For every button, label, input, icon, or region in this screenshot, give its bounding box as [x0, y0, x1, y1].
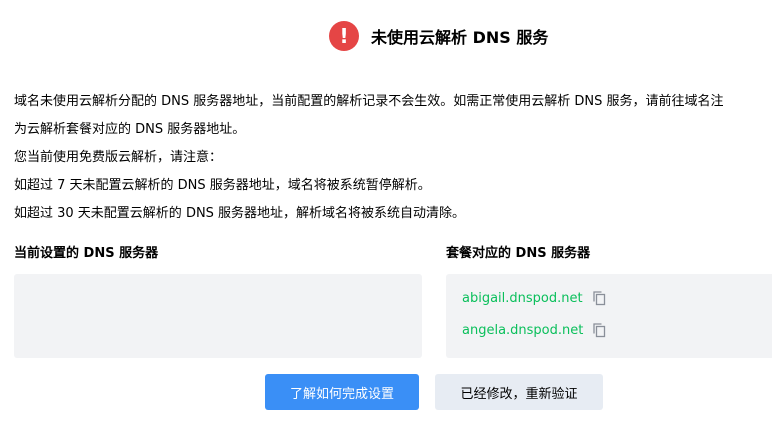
dns-server-item: angela.dnspod.net: [462, 320, 607, 340]
description-line: 如超过 7 天未配置云解析的 DNS 服务器地址，域名将被系统暂停解析。: [14, 178, 431, 193]
dialog-title: 未使用云解析 DNS 服务: [371, 28, 549, 47]
current-dns-heading: 当前设置的 DNS 服务器: [14, 246, 159, 261]
description: 域名未使用云解析分配的 DNS 服务器地址，当前配置的解析记录不会生效。如需正常…: [14, 88, 772, 228]
copy-icon[interactable]: [591, 290, 607, 306]
description-line: 如超过 30 天未配置云解析的 DNS 服务器地址，解析域名将被系统自动清除。: [14, 206, 466, 221]
dns-server-item: abigail.dnspod.net: [462, 288, 607, 308]
alert-exclamation-icon: !: [329, 21, 359, 51]
package-dns-list: abigail.dnspod.net angela.dnspod.net: [446, 274, 772, 358]
dns-server-name: abigail.dnspod.net: [462, 290, 583, 306]
description-line: 为云解析套餐对应的 DNS 服务器地址。: [14, 122, 246, 137]
dialog-header: ! 未使用云解析 DNS 服务: [329, 20, 548, 52]
learn-setup-button[interactable]: 了解如何完成设置: [265, 374, 419, 410]
reverify-button[interactable]: 已经修改，重新验证: [435, 374, 603, 410]
package-dns-heading: 套餐对应的 DNS 服务器: [446, 246, 591, 261]
current-dns-list: [14, 274, 422, 358]
description-line: 域名未使用云解析分配的 DNS 服务器地址，当前配置的解析记录不会生效。如需正常…: [14, 94, 724, 109]
dns-server-name: angela.dnspod.net: [462, 322, 584, 338]
description-line: 您当前使用免费版云解析，请注意：: [14, 150, 223, 165]
copy-icon[interactable]: [591, 322, 607, 338]
